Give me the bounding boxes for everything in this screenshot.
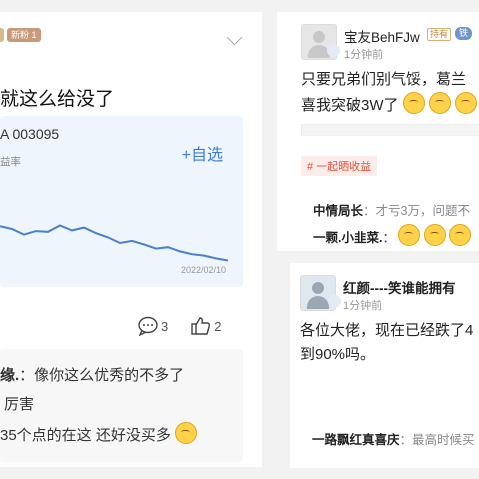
comment-item[interactable]: 缘.：像你这么优秀的不多了: [0, 364, 184, 385]
add-watchlist-button[interactable]: +自选: [182, 141, 223, 165]
post-time: 1分钟前: [343, 300, 383, 312]
fund-return-label: 益率: [0, 156, 21, 168]
post-title: 就这么给没了: [0, 89, 115, 110]
comment-list: 缘.：像你这么优秀的不多了 厉害 35个点的在这 还好没买多: [0, 349, 243, 462]
like-count: 2: [214, 318, 222, 334]
chart-end-date: 2022/02/10: [180, 265, 226, 275]
comment-item[interactable]: 厉害: [4, 393, 34, 414]
thumbs-up-icon: [191, 317, 211, 335]
topic-tag[interactable]: # 一起晒收益: [301, 156, 378, 176]
like-button[interactable]: 2: [190, 316, 221, 336]
worried-emoji-icon: [175, 422, 198, 444]
fund-line-chart: [0, 224, 229, 262]
new-fan-badge: 新粉 1: [7, 28, 41, 42]
post-body-line: 喜我突破3W了: [301, 92, 478, 118]
comment-button[interactable]: 3: [137, 316, 168, 336]
post-actions: 3 2: [137, 316, 237, 336]
series-line: [0, 224, 229, 262]
smirk-emoji-icon: [428, 92, 451, 114]
verified-icon: [327, 44, 340, 57]
chevron-down-icon[interactable]: [226, 29, 243, 46]
post-card[interactable]: 新粉 1 就这么给没了 A 003095 益率 +自选 2022/02/10 3…: [0, 12, 262, 467]
post-time: 1分钟前: [344, 49, 384, 61]
comment-count: 3: [161, 318, 169, 334]
user-badges: 新粉 1: [0, 28, 41, 42]
smirk-emoji-icon: [455, 92, 478, 114]
level-badge: [0, 28, 4, 42]
username[interactable]: 红颜----笑谁能拥有: [343, 277, 455, 297]
holding-tag: 持有: [427, 28, 452, 41]
post-body-line: 只要兄弟们别气馁，葛兰: [301, 71, 467, 88]
post-body-line: 到90%吗。: [300, 346, 376, 363]
laugh-emoji-icon: [449, 224, 472, 246]
fund-code: A 003095: [0, 126, 60, 142]
post-body-line: 各位大佬，现在已经跌了4: [300, 322, 474, 339]
smirk-emoji-icon: [402, 92, 425, 114]
fund-card[interactable]: A 003095 益率 +自选 2022/02/10: [0, 116, 243, 287]
reply-item[interactable]: 中情局长：才亏3万，问题不: [313, 200, 470, 219]
comment-item[interactable]: 35个点的在这 还好没买多: [0, 422, 198, 445]
username[interactable]: 宝友BehFJw: [344, 26, 420, 46]
post-card[interactable]: 红颜----笑谁能拥有 1分钟前 各位大佬，现在已经跌了4 到90%吗。 一路飘…: [290, 263, 479, 468]
divider: [301, 124, 479, 136]
reply-item[interactable]: 一颗.小韭菜.：: [313, 224, 472, 246]
reply-item[interactable]: 一路飘红真喜庆：最高时候买: [312, 429, 475, 448]
post-card[interactable]: 宝友BehFJw 持有 铁 1分钟前 只要兄弟们别气馁，葛兰 喜我突破3W了 #…: [277, 12, 479, 251]
fan-level-tag: 铁: [455, 27, 473, 40]
comment-icon: [138, 316, 158, 336]
laugh-emoji-icon: [423, 224, 446, 246]
verified-icon: [328, 295, 341, 308]
laugh-emoji-icon: [398, 224, 421, 246]
